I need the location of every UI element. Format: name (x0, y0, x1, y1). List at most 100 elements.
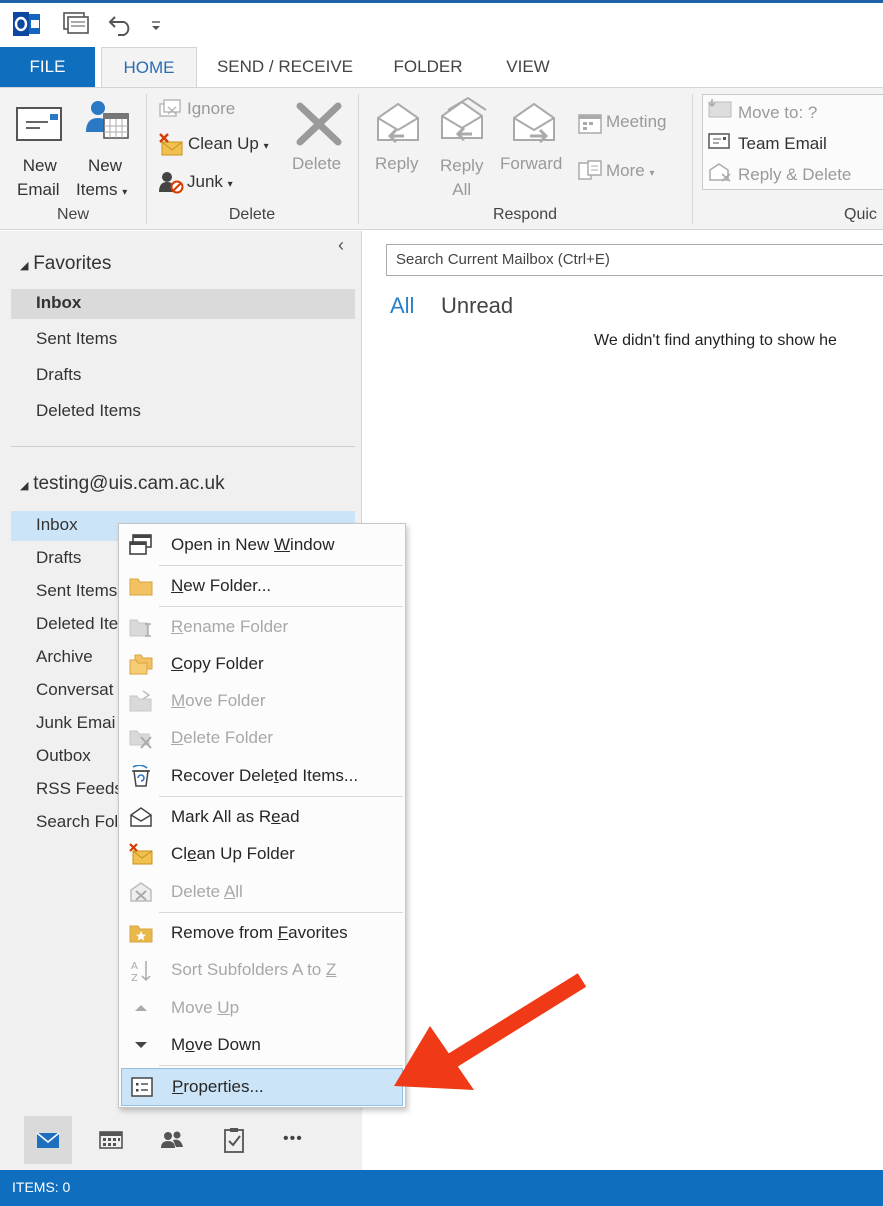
tab-view[interactable]: VIEW (494, 47, 562, 87)
more-respond-button[interactable]: More ▾ (606, 161, 655, 181)
clean-up-button[interactable]: Clean Up ▾ (188, 134, 269, 154)
menu-remove-from-favorites[interactable]: Remove from Favorites (121, 915, 403, 951)
menu-copy-folder[interactable]: Copy Folder (121, 646, 403, 682)
menu-label: Move Up (171, 998, 240, 1017)
new-email-button[interactable]: New Email (17, 154, 60, 202)
ribbon-divider (692, 94, 693, 224)
status-bar: ITEMS: 0 (0, 1170, 883, 1206)
menu-clean-up-folder[interactable]: Clean Up Folder (121, 836, 403, 872)
menu-move-down[interactable]: Move Down (121, 1027, 403, 1063)
menu-move-up[interactable]: Move Up (121, 990, 403, 1026)
reply-icon (374, 100, 422, 149)
group-label-respond: Respond (492, 206, 558, 223)
mail-icon[interactable] (24, 1116, 72, 1164)
people-icon[interactable] (148, 1116, 196, 1164)
favorite-inbox[interactable]: Inbox (11, 289, 355, 319)
expand-triangle-icon: ◢ (20, 480, 29, 492)
reply-all-label-2: All (452, 180, 472, 199)
quick-step-team-email[interactable]: Team Email (738, 134, 827, 154)
folder-label: RSS Feeds (36, 779, 123, 798)
dropdown-caret-icon: ▾ (227, 179, 233, 190)
team-email-icon (708, 132, 730, 155)
favorite-drafts[interactable]: Drafts (11, 361, 355, 391)
menu-delete-all[interactable]: Delete All (121, 874, 403, 910)
menu-move-folder[interactable]: Move Folder (121, 683, 403, 719)
ribbon: New Email New Items ▾ New Ignore Clean U… (0, 87, 883, 230)
svg-text:A: A (131, 961, 138, 972)
menu-mark-all-as-read[interactable]: Mark All as Read (121, 799, 403, 835)
folder-label: Inbox (36, 293, 82, 312)
ignore-button[interactable]: Ignore (187, 99, 235, 119)
open-new-window-icon (129, 534, 153, 556)
menu-recover-deleted-items[interactable]: Recover Deleted Items... (121, 758, 403, 794)
folder-label: Deleted Ite (36, 614, 119, 633)
empty-list-message: We didn't find anything to show he (594, 332, 837, 349)
new-items-label-2: Items (76, 180, 118, 199)
dropdown-caret-icon: ▾ (263, 141, 269, 152)
folder-label: Deleted Items (36, 401, 141, 420)
reply-all-button[interactable]: Reply All (440, 154, 483, 202)
reply-button[interactable]: Reply (375, 154, 418, 174)
recover-deleted-icon (129, 764, 153, 787)
search-input[interactable]: Search Current Mailbox (Ctrl+E) (386, 244, 883, 276)
menu-delete-folder[interactable]: Delete Folder (121, 720, 403, 756)
more-icon[interactable]: ••• (274, 1116, 322, 1164)
rename-folder-icon (129, 616, 153, 638)
reply-delete-icon (708, 162, 732, 187)
quick-step-reply-delete[interactable]: Reply & Delete (738, 165, 851, 185)
menu-rename-folder[interactable]: Rename Folder (121, 609, 403, 645)
delete-button[interactable]: Delete (292, 154, 341, 174)
junk-button[interactable]: Junk ▾ (187, 172, 233, 192)
tab-send-receive[interactable]: SEND / RECEIVE (210, 47, 360, 87)
favorite-deleted-items[interactable]: Deleted Items (11, 397, 355, 427)
new-items-label-1: New (88, 156, 123, 175)
undo-icon[interactable] (108, 11, 134, 42)
filter-all[interactable]: All (390, 293, 414, 319)
menu-properties[interactable]: Properties... (121, 1068, 403, 1106)
move-up-icon (129, 997, 153, 1019)
customize-toolbar-icon[interactable] (150, 19, 162, 37)
tab-file[interactable]: FILE (0, 47, 95, 87)
folder-label: Sent Items (36, 329, 118, 348)
menu-separator (159, 912, 403, 913)
tab-home[interactable]: HOME (101, 47, 197, 88)
new-items-icon (82, 98, 132, 149)
clean-up-folder-icon (129, 843, 153, 865)
ignore-icon (158, 98, 182, 125)
folder-label: Drafts (36, 548, 82, 567)
new-items-button[interactable]: New Items ▾ (76, 154, 127, 205)
tab-folder[interactable]: FOLDER (382, 47, 474, 87)
menu-label: Sort Subfolders A to Z (171, 960, 337, 979)
collapse-pane-button[interactable]: ‹ (338, 235, 344, 256)
ribbon-divider (146, 94, 147, 224)
tasks-icon[interactable] (210, 1116, 258, 1164)
outlook-logo-icon (12, 11, 42, 42)
favorites-star-icon (129, 922, 153, 944)
favorite-sent-items[interactable]: Sent Items (11, 325, 355, 355)
menu-label: Copy Folder (171, 654, 264, 673)
menu-sort-subfolders[interactable]: AZ Sort Subfolders A to Z (121, 952, 403, 988)
menu-open-in-new-window[interactable]: Open in New Window (121, 527, 403, 563)
menu-label: New Folder... (171, 576, 272, 595)
account-header[interactable]: ◢ testing@uis.cam.ac.uk (20, 473, 225, 495)
menu-new-folder[interactable]: New Folder... (121, 568, 403, 604)
more-dots: ••• (283, 1130, 303, 1147)
forward-button[interactable]: Forward (500, 154, 562, 174)
menu-label: Remove from Favorites (171, 923, 348, 942)
menu-label: Move Folder (171, 691, 266, 710)
menu-label: Delete Folder (171, 728, 274, 747)
filter-unread[interactable]: Unread (441, 293, 513, 319)
folder-label: Junk Emai (36, 713, 116, 732)
clean-up-label: Clean Up (188, 134, 259, 153)
item-count: ITEMS: 0 (12, 1179, 71, 1195)
move-to-icon (708, 98, 732, 123)
send-receive-all-icon[interactable] (62, 11, 90, 42)
quick-step-move-to[interactable]: Move to: ? (738, 103, 817, 123)
folder-context-menu: Open in New Window New Folder... Rename … (118, 523, 406, 1108)
meeting-button[interactable]: Meeting (606, 112, 666, 132)
menu-label: Rename Folder (171, 617, 289, 636)
menu-separator (159, 796, 403, 797)
calendar-icon[interactable] (87, 1116, 135, 1164)
favorites-header[interactable]: ◢ Favorites (20, 253, 111, 275)
module-switcher: ••• (0, 1110, 362, 1170)
